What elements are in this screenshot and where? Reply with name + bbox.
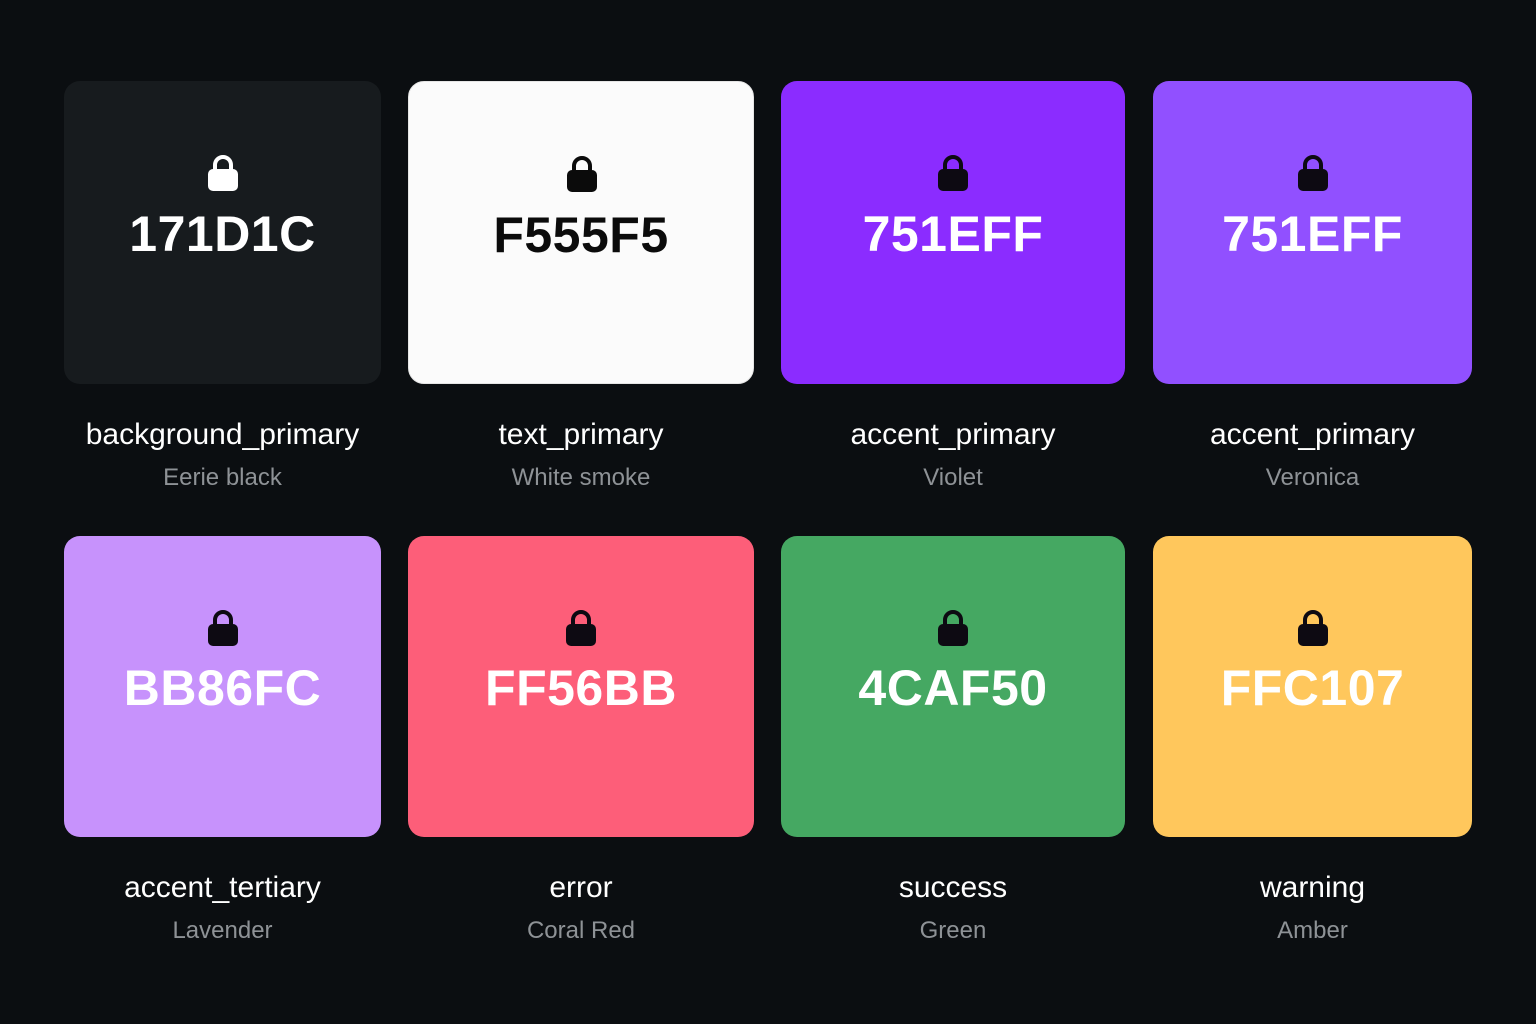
color-swatch[interactable]: FFC107 — [1153, 536, 1472, 837]
lock-icon[interactable] — [564, 608, 598, 648]
color-name: Amber — [1277, 917, 1348, 944]
color-swatch[interactable]: FF56BB — [408, 536, 754, 837]
hex-code: 751EFF — [1222, 205, 1403, 262]
lock-icon[interactable] — [1296, 153, 1330, 193]
swatch-card-accent_primary[interactable]: 751EFF accent_primary Veronica — [1153, 81, 1472, 564]
lock-icon[interactable] — [936, 153, 970, 193]
hex-code: FF56BB — [485, 659, 677, 716]
token-name: text_primary — [498, 418, 664, 451]
color-swatch[interactable]: 751EFF — [781, 81, 1125, 384]
token-name: background_primary — [85, 418, 360, 451]
swatch-card-error[interactable]: FF56BB error Coral Red — [408, 536, 754, 1017]
token-name: accent_primary — [1209, 418, 1416, 451]
color-swatch[interactable]: F555F5 — [408, 81, 754, 384]
swatch-card-accent_tertiary[interactable]: BB86FC accent_tertiary Lavender — [64, 536, 381, 1017]
swatch-card-background_primary[interactable]: 171D1C background_primary Eerie black — [64, 81, 381, 564]
lock-icon[interactable] — [936, 608, 970, 648]
swatch-card-text_primary[interactable]: F555F5 text_primary White smoke — [408, 81, 754, 564]
color-name: Green — [919, 917, 987, 944]
token-name: warning — [1259, 871, 1366, 904]
lock-icon[interactable] — [1296, 608, 1330, 648]
hex-code: 4CAF50 — [858, 659, 1048, 716]
swatch-card-warning[interactable]: FFC107 warning Amber — [1153, 536, 1472, 1017]
token-name: accent_tertiary — [124, 871, 321, 904]
swatch-card-accent_primary[interactable]: 751EFF accent_primary Violet — [781, 81, 1125, 564]
color-palette: 171D1C background_primary Eerie black F555F… — [0, 0, 1536, 1024]
hex-code: FFC107 — [1220, 659, 1405, 716]
color-name: Eerie black — [163, 464, 282, 491]
color-name: Veronica — [1265, 464, 1360, 491]
color-name: Violet — [923, 464, 983, 491]
token-name: error — [549, 871, 613, 904]
color-swatch[interactable]: 751EFF — [1153, 81, 1472, 384]
color-name: Lavender — [172, 917, 273, 944]
color-name: White smoke — [511, 464, 651, 491]
lock-icon[interactable] — [206, 608, 240, 648]
hex-code: 751EFF — [862, 205, 1044, 262]
token-name: success — [898, 871, 1008, 904]
token-name: accent_primary — [850, 418, 1056, 451]
color-swatch[interactable]: BB86FC — [64, 536, 381, 837]
color-name: Coral Red — [526, 917, 636, 944]
hex-code: 171D1C — [129, 205, 316, 262]
color-swatch[interactable]: 171D1C — [64, 81, 381, 384]
lock-icon[interactable] — [206, 153, 240, 193]
hex-code: BB86FC — [123, 659, 322, 716]
hex-code: F555F5 — [493, 206, 669, 263]
lock-icon[interactable] — [565, 154, 599, 194]
color-swatch[interactable]: 4CAF50 — [781, 536, 1125, 837]
swatch-card-success[interactable]: 4CAF50 success Green — [781, 536, 1125, 1017]
